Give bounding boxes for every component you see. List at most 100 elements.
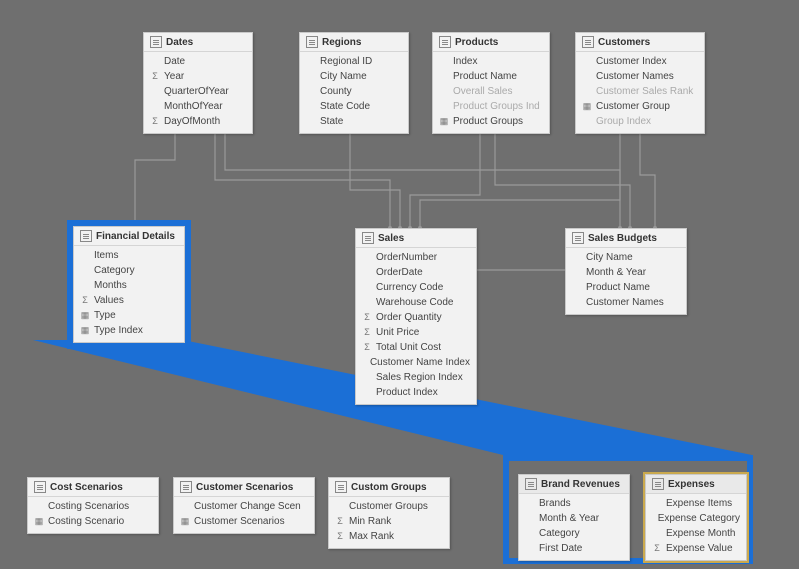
field-row[interactable]: Warehouse Code [356,295,476,310]
field-row[interactable]: OrderDate [356,265,476,280]
table-customers[interactable]: Customers Customer IndexCustomer NamesCus… [575,32,705,134]
field-label: Unit Price [376,326,419,339]
field-row[interactable]: Expense Month [646,526,746,541]
field-row[interactable]: ΣYear [144,69,252,84]
table-dates[interactable]: DatesDateΣYearQuarterOfYearMonthOfYearΣD… [143,32,253,134]
hierarchy-icon: ▦ [439,115,449,128]
table-header[interactable]: Sales [356,229,476,248]
table-header[interactable]: Cost Scenarios [28,478,158,497]
field-row[interactable]: Regional ID [300,54,408,69]
field-label: DayOfMonth [164,115,220,128]
table-header[interactable]: Customer Scenarios [174,478,314,497]
table-brand_rev[interactable]: Brand Revenues BrandsMonth & YearCategory… [518,474,630,561]
table-header[interactable]: Regions [300,33,408,52]
field-row[interactable]: Index [433,54,549,69]
table-expenses[interactable]: Expenses Expense ItemsExpense CategoryExp… [645,474,747,561]
table-budgets[interactable]: Sales Budgets City NameMonth & YearProduc… [565,228,687,315]
table-header[interactable]: Customers [576,33,704,52]
field-row[interactable]: Overall Sales [433,84,549,99]
field-row[interactable]: Product Name [566,280,686,295]
field-row[interactable]: ΣValues [74,293,184,308]
field-row[interactable]: ΣUnit Price [356,325,476,340]
field-row[interactable]: Customer Names [566,295,686,310]
field-row[interactable]: QuarterOfYear [144,84,252,99]
field-label: Overall Sales [453,85,512,98]
field-label: QuarterOfYear [164,85,229,98]
field-row[interactable]: Product Name [433,69,549,84]
field-label: Customer Index [596,55,667,68]
field-row[interactable]: ΣOrder Quantity [356,310,476,325]
table-icon [525,478,537,490]
field-row[interactable]: Months [74,278,184,293]
field-row[interactable]: Expense Category [646,511,746,526]
field-row[interactable]: ▦ Product Groups [433,114,549,129]
diagram-canvas[interactable]: { "tables": { "dates": { "title": "Dates… [0,0,799,569]
table-icon [335,481,347,493]
table-regions[interactable]: Regions Regional IDCity NameCountyState C… [299,32,409,134]
field-row[interactable]: MonthOfYear [144,99,252,114]
table-header[interactable]: Custom Groups [329,478,449,497]
table-header[interactable]: Financial Details [74,227,184,246]
field-row[interactable]: ▦ Type Index [74,323,184,338]
field-row[interactable]: First Date [519,541,629,556]
field-row[interactable]: OrderNumber [356,250,476,265]
field-label: Type Index [94,324,143,337]
field-row[interactable]: ▦Customer Scenarios [174,514,314,529]
field-row[interactable]: Month & Year [566,265,686,280]
field-row[interactable]: Product Index [356,385,476,400]
table-financial[interactable]: Financial Details ItemsCategoryMonthsΣVal… [73,226,185,343]
field-label: Customer Names [586,296,664,309]
table-products[interactable]: ProductsIndexProduct NameOverall SalesPr… [432,32,550,134]
field-row[interactable]: Customer Change Scen [174,499,314,514]
field-label: Type [94,309,116,322]
field-row[interactable]: Customer Names [576,69,704,84]
table-header[interactable]: Expenses [646,475,746,494]
table-sales[interactable]: Sales OrderNumberOrderDateCurrency CodeWa… [355,228,477,405]
field-label: Date [164,55,185,68]
field-row[interactable]: Customer Index [576,54,704,69]
field-row[interactable]: State Code [300,99,408,114]
field-row[interactable]: Customer Name Index [356,355,476,370]
field-row[interactable]: Date [144,54,252,69]
table-fields: DateΣYearQuarterOfYearMonthOfYearΣDayOfM… [144,52,252,133]
field-row[interactable]: ▦Customer Group [576,99,704,114]
table-cost_scenarios[interactable]: Cost Scenarios Costing Scenarios▦Costing … [27,477,159,534]
field-row[interactable]: ΣDayOfMonth [144,114,252,129]
field-row[interactable]: ΣMax Rank [329,529,449,544]
hierarchy-icon: ▦ [80,324,90,337]
field-row[interactable]: County [300,84,408,99]
field-row[interactable]: State [300,114,408,129]
field-label: Min Rank [349,515,391,528]
table-header[interactable]: Brand Revenues [519,475,629,494]
field-row[interactable]: City Name [566,250,686,265]
table-custom_groups[interactable]: Custom Groups Customer GroupsΣMin RankΣMa… [328,477,450,549]
table-cust_scenarios[interactable]: Customer Scenarios Customer Change Scen▦C… [173,477,315,534]
table-header[interactable]: Products [433,33,549,52]
field-row[interactable]: ΣExpense Value [646,541,746,556]
field-row[interactable]: Items [74,248,184,263]
field-row[interactable]: Sales Region Index [356,370,476,385]
field-row[interactable]: Category [519,526,629,541]
field-row[interactable]: Costing Scenarios [28,499,158,514]
field-row[interactable]: ▦Costing Scenario [28,514,158,529]
field-row[interactable]: Currency Code [356,280,476,295]
field-row[interactable]: Brands [519,496,629,511]
table-header[interactable]: Sales Budgets [566,229,686,248]
field-row[interactable]: ΣMin Rank [329,514,449,529]
field-row[interactable]: Expense Items [646,496,746,511]
table-title: Sales [378,233,404,244]
field-row[interactable]: ▦Type [74,308,184,323]
field-row[interactable]: Month & Year [519,511,629,526]
field-row[interactable]: City Name [300,69,408,84]
hierarchy-icon: ▦ [34,515,44,528]
table-title: Products [455,37,498,48]
field-row[interactable]: ΣTotal Unit Cost [356,340,476,355]
table-header[interactable]: Dates [144,33,252,52]
field-row[interactable]: Category [74,263,184,278]
table-icon [150,36,162,48]
field-label: Product Groups [453,115,523,128]
field-row[interactable]: Customer Sales Rank [576,84,704,99]
field-row[interactable]: Customer Groups [329,499,449,514]
field-row[interactable]: Group Index [576,114,704,129]
field-row[interactable]: Product Groups Ind [433,99,549,114]
